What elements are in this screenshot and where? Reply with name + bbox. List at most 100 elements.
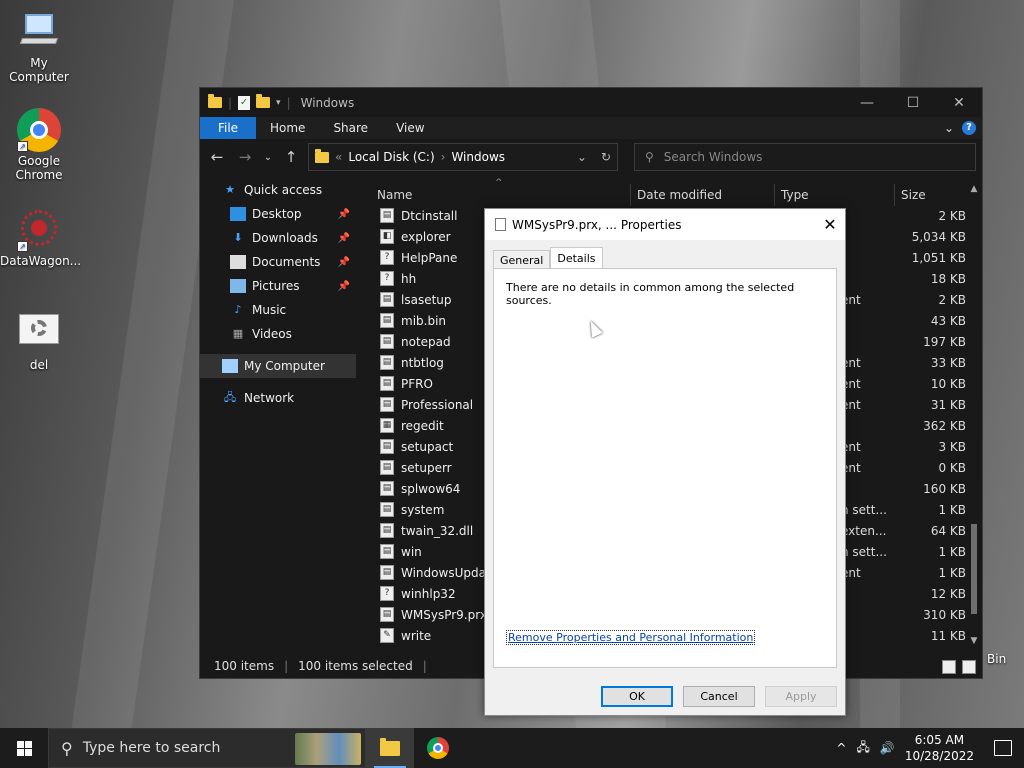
clock[interactable]: 6:05 AM 10/28/2022: [905, 732, 974, 764]
scroll-up-icon[interactable]: ▲: [968, 184, 980, 194]
file-icon: ▤: [380, 313, 394, 328]
file-name: Dtcinstall: [401, 208, 458, 223]
folder-icon: [208, 94, 222, 108]
ribbon-tabs: File Home Share View ⌄ ?: [200, 117, 982, 139]
file-name: twain_32.dll: [401, 523, 474, 538]
up-arrow-icon[interactable]: ↑: [280, 148, 302, 166]
search-icon: ⚲: [61, 738, 73, 758]
properties-dialog[interactable]: WMSysPr9.prx, ... Properties ✕ General D…: [484, 208, 846, 716]
file-size: 31 KB: [930, 397, 966, 412]
notifications-icon[interactable]: [994, 740, 1012, 756]
desktop-icon-datawagon[interactable]: ↗ DataWagon...: [0, 208, 81, 268]
nav-videos[interactable]: ▦ Videos: [200, 322, 356, 346]
nav-downloads[interactable]: ⬇ Downloads 📌: [200, 226, 356, 250]
nav-quick-access[interactable]: ★ Quick access: [200, 178, 356, 202]
address-dropdown-icon[interactable]: ⌄: [577, 150, 587, 164]
taskbar: ⚲ Type here to search ^ 🖧 🔊 6:05 AM 10/2…: [0, 728, 1024, 768]
minimize-button[interactable]: —: [844, 95, 890, 111]
title-bar[interactable]: | ✓ ▾ | Windows — ☐ ✕: [200, 88, 982, 117]
nav-network[interactable]: 🖧 Network: [200, 386, 356, 410]
file-type: exten...: [841, 523, 887, 538]
dialog-title: WMSysPr9.prx, ... Properties: [512, 217, 682, 232]
cancel-button[interactable]: Cancel: [683, 686, 755, 707]
settings-file-icon: [17, 312, 61, 356]
dialog-title-bar[interactable]: WMSysPr9.prx, ... Properties ✕: [485, 209, 845, 240]
taskbar-file-explorer[interactable]: [366, 728, 414, 768]
tab-home[interactable]: Home: [256, 117, 319, 139]
search-input[interactable]: Search Windows: [664, 150, 763, 164]
taskbar-search-input[interactable]: Type here to search: [83, 740, 221, 756]
file-size: 310 KB: [923, 607, 966, 622]
column-date-modified[interactable]: Date modified: [637, 188, 722, 202]
dialog-close-button[interactable]: ✕: [815, 215, 845, 234]
expand-ribbon-icon[interactable]: ⌄: [944, 121, 954, 135]
help-icon[interactable]: ?: [962, 121, 976, 135]
file-name: win: [401, 544, 422, 559]
pin-icon: 📌: [337, 280, 350, 292]
windows-logo-icon: [16, 740, 32, 756]
file-icon: ?: [380, 586, 394, 601]
clock-time: 6:05 AM: [914, 733, 965, 747]
documents-icon: [230, 255, 246, 269]
file-size: 18 KB: [930, 271, 966, 286]
apply-button[interactable]: Apply: [765, 686, 837, 707]
remove-properties-link[interactable]: Remove Properties and Personal Informati…: [506, 630, 756, 645]
back-arrow-icon[interactable]: ←: [206, 148, 228, 166]
scrollbar-thumb[interactable]: [971, 524, 977, 614]
network-icon[interactable]: 🖧: [856, 738, 869, 759]
taskbar-chrome[interactable]: [414, 728, 462, 768]
selected-count: 100 items selected: [298, 659, 413, 673]
details-view-icon[interactable]: [942, 660, 956, 674]
datawagon-icon: ↗: [17, 208, 61, 252]
recent-locations-icon[interactable]: ⌄: [262, 152, 274, 163]
file-size: 11 KB: [930, 628, 966, 643]
ok-button[interactable]: OK: [601, 686, 673, 707]
column-type[interactable]: Type: [781, 188, 809, 202]
refresh-icon[interactable]: ↻: [601, 150, 611, 164]
new-folder-icon[interactable]: [256, 94, 271, 108]
search-box[interactable]: ⚲ Search Windows: [634, 143, 976, 171]
column-headers: Name ^ Date modified Type Size: [376, 178, 972, 206]
nav-pictures[interactable]: Pictures 📌: [200, 274, 356, 298]
no-details-message: There are no details in common among the…: [506, 281, 795, 307]
desktop-icon-google-chrome[interactable]: ↗ Google Chrome: [0, 108, 78, 182]
nav-documents[interactable]: Documents 📌: [200, 250, 356, 274]
breadcrumb-windows[interactable]: Windows: [451, 150, 505, 164]
address-bar[interactable]: « Local Disk (C:) › Windows ⌄ ↻: [308, 143, 618, 171]
nav-desktop[interactable]: Desktop 📌: [200, 202, 356, 226]
vertical-scrollbar[interactable]: ▲ ▼: [968, 184, 980, 646]
file-icon: ✎: [380, 628, 394, 643]
column-size[interactable]: Size: [901, 188, 926, 202]
large-icons-view-icon[interactable]: [962, 660, 976, 674]
breadcrumb-local-disk[interactable]: Local Disk (C:): [348, 150, 434, 164]
desktop-icon-del[interactable]: del: [0, 312, 78, 372]
tab-share[interactable]: Share: [319, 117, 382, 139]
shortcut-arrow-icon: ↗: [17, 141, 28, 152]
tab-file[interactable]: File: [200, 117, 256, 139]
file-name: ntbtlog: [401, 355, 444, 370]
file-type: n sett...: [841, 544, 887, 559]
maximize-button[interactable]: ☐: [890, 95, 936, 111]
customize-dropdown-icon[interactable]: ▾: [276, 98, 281, 108]
nav-my-computer[interactable]: My Computer: [200, 354, 356, 378]
nav-music[interactable]: ♪ Music: [200, 298, 356, 322]
tab-view[interactable]: View: [382, 117, 438, 139]
pin-icon: 📌: [337, 232, 350, 244]
desktop-icon-my-computer[interactable]: My Computer: [0, 10, 78, 84]
file-icon: ▦: [380, 418, 394, 433]
close-button[interactable]: ✕: [936, 95, 982, 111]
scroll-down-icon[interactable]: ▼: [968, 636, 980, 646]
start-button[interactable]: [0, 728, 48, 768]
document-icon: [495, 218, 506, 231]
show-hidden-icons-icon[interactable]: ^: [836, 741, 846, 755]
column-name[interactable]: Name: [377, 188, 412, 202]
file-size: 2 KB: [938, 292, 966, 307]
star-icon: ★: [225, 183, 235, 196]
forward-arrow-icon[interactable]: →: [234, 148, 256, 166]
file-size: 1 KB: [938, 565, 966, 580]
taskbar-search-box[interactable]: ⚲ Type here to search: [48, 728, 366, 768]
volume-icon[interactable]: 🔊: [880, 741, 895, 755]
properties-icon[interactable]: ✓: [238, 95, 251, 110]
recycle-bin-partial-label[interactable]: Bin: [987, 652, 1006, 666]
file-name: HelpPane: [401, 250, 458, 265]
